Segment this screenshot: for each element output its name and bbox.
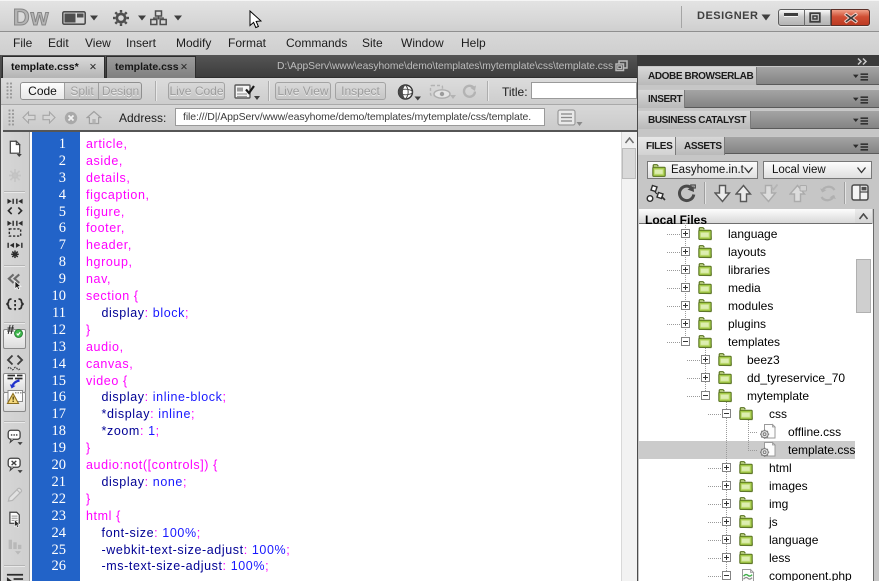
svg-text:#: #	[7, 322, 15, 337]
